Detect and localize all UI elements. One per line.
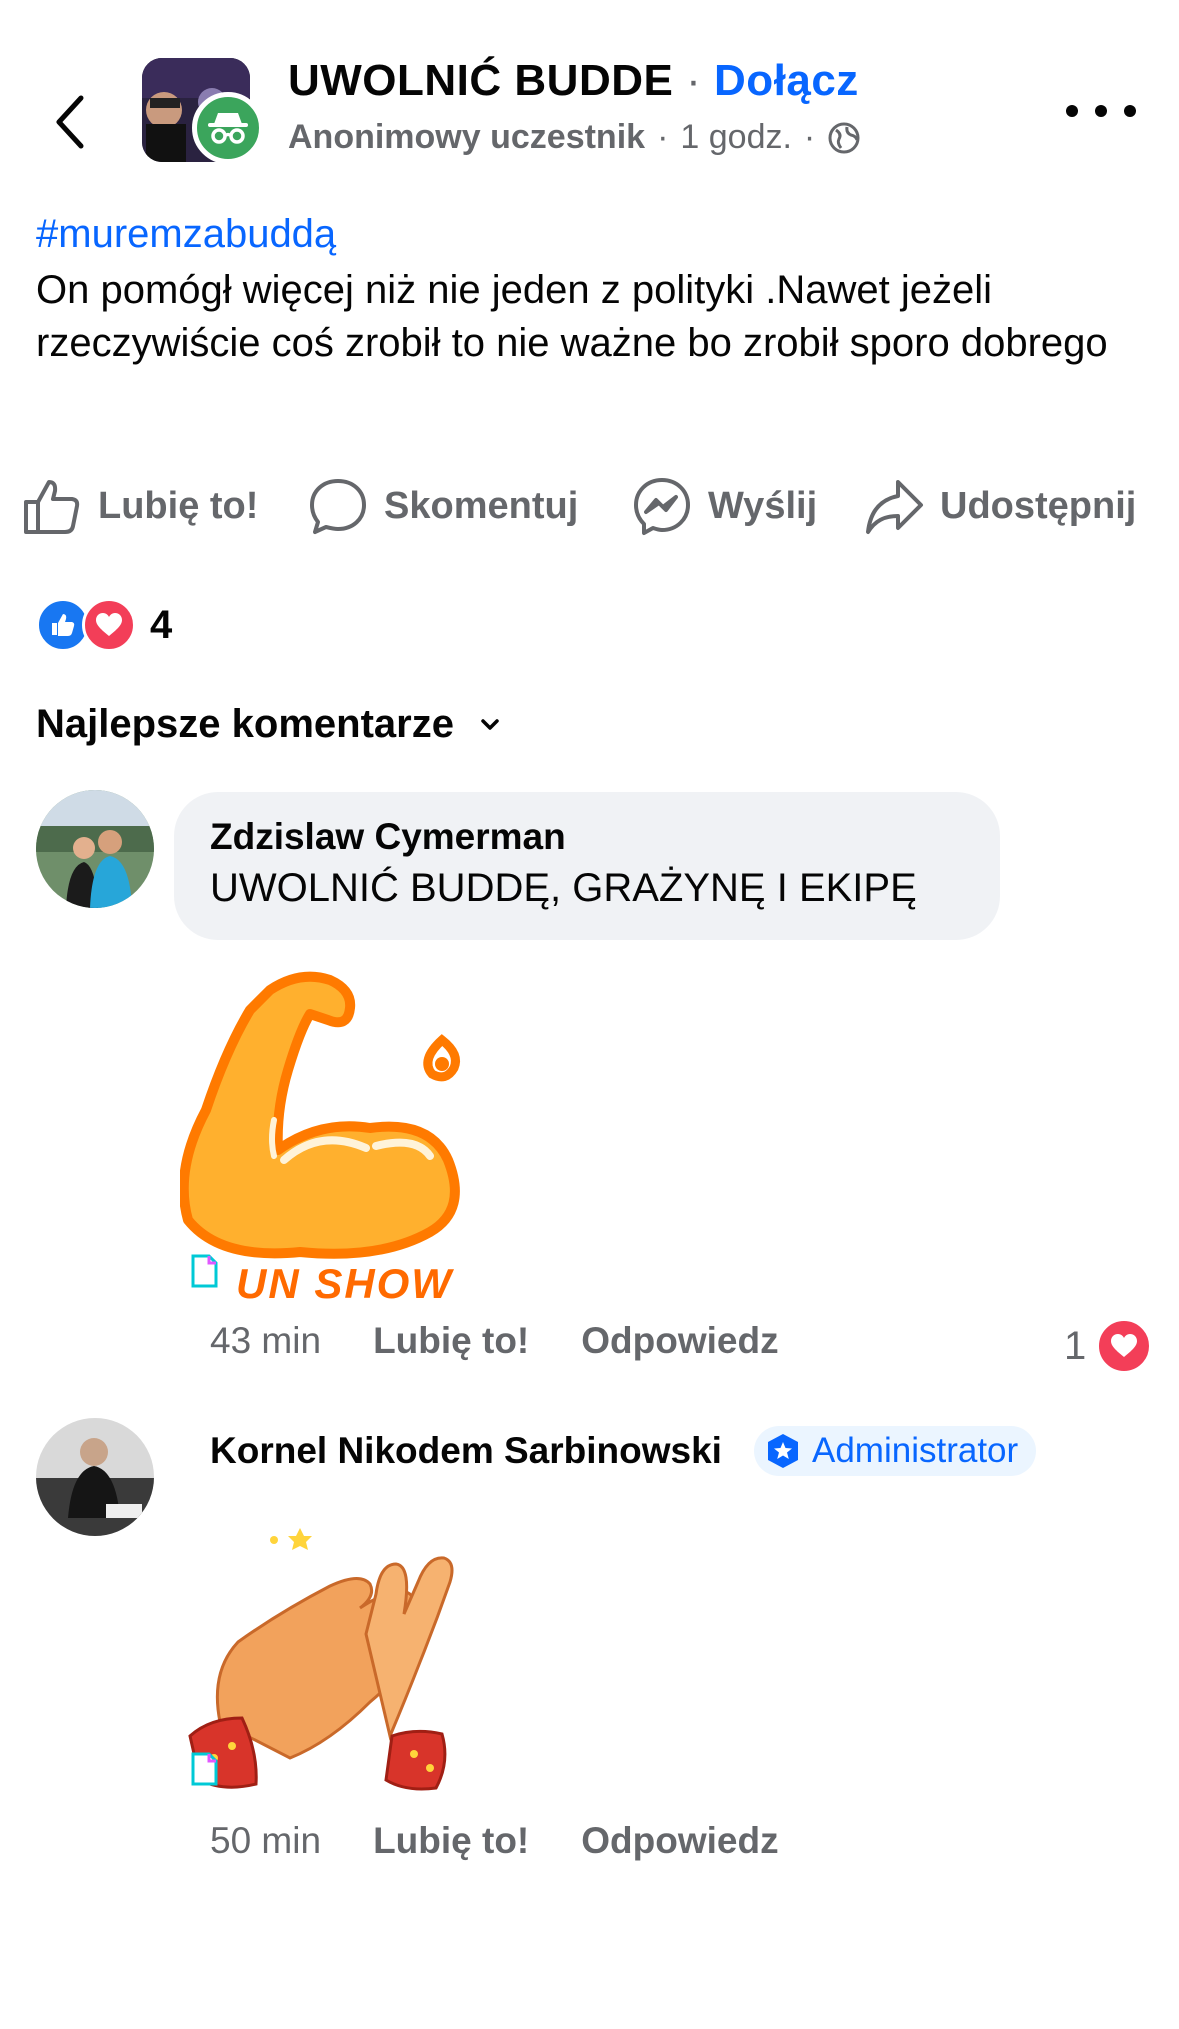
commenter-avatar[interactable]: [36, 790, 154, 908]
like-button[interactable]: Lubię to!: [22, 474, 258, 538]
post-author: Anonimowy uczestnik: [288, 118, 646, 156]
globe-icon: [828, 122, 860, 153]
love-reaction-icon: [1096, 1318, 1153, 1374]
thumbs-up-icon: [24, 480, 80, 534]
badge-label: Administrator: [812, 1431, 1019, 1470]
post-time[interactable]: 1 godz.: [680, 118, 792, 157]
administrator-badge: Administrator: [754, 1426, 1037, 1476]
comment-label: Skomentuj: [384, 484, 579, 527]
comment-reaction-count[interactable]: 1: [1064, 1318, 1153, 1374]
group-title: UWOLNIĆ BUDDE · Dołącz: [288, 56, 859, 106]
chevron-left-icon: [56, 95, 84, 149]
comment-like-button[interactable]: Lubię to!: [373, 1820, 529, 1862]
flexed-arm-sticker: [178, 970, 510, 1310]
more-options-button[interactable]: [1066, 96, 1136, 126]
comment-reply-button[interactable]: Odpowiedz: [581, 1820, 778, 1862]
clapping-hands-sticker: [180, 1522, 500, 1802]
dot-icon: [1095, 105, 1107, 117]
file-icon: [191, 1254, 218, 1288]
hashtag-link[interactable]: #muremzabuddą: [36, 212, 336, 257]
post-text: On pomógł więcej niż nie jeden z polityk…: [36, 268, 1108, 365]
join-group-link[interactable]: Dołącz: [714, 56, 859, 105]
comment-author[interactable]: Zdzislaw Cymerman: [210, 816, 566, 858]
title-separator: ·: [686, 56, 702, 105]
group-name-link[interactable]: UWOLNIĆ BUDDE: [288, 56, 673, 105]
comment-text: UWOLNIĆ BUDDĘ, GRAŻYNĘ I EKIPĘ: [210, 866, 917, 910]
dot-icon: [1124, 105, 1136, 117]
comment-like-button[interactable]: Lubię to!: [373, 1320, 529, 1362]
comment-time: 43 min: [210, 1320, 322, 1361]
meta-separator: ·: [803, 118, 816, 156]
send-label: Wyślij: [708, 484, 818, 527]
comment-footer: 43 min Lubię to! Odpowiedz: [210, 1320, 779, 1362]
comment-icon: [310, 479, 366, 534]
comment-footer: 50 min Lubię to! Odpowiedz: [210, 1820, 779, 1862]
like-label: Lubię to!: [98, 484, 259, 527]
sticker-caption: UN SHOW: [236, 1260, 453, 1307]
file-icon: [191, 1752, 218, 1786]
messenger-icon: [634, 478, 690, 535]
comments-sort-dropdown[interactable]: Najlepsze komentarze: [36, 702, 500, 747]
love-reaction-icon: [82, 598, 136, 652]
dot-icon: [1066, 105, 1078, 117]
comment-reply-button[interactable]: Odpowiedz: [581, 1320, 778, 1362]
back-button[interactable]: [40, 82, 100, 162]
sort-label: Najlepsze komentarze: [36, 702, 454, 746]
meta-separator: ·: [657, 118, 669, 156]
comment-author[interactable]: Kornel Nikodem Sarbinowski: [210, 1430, 722, 1472]
comment-time: 50 min: [210, 1820, 322, 1861]
chevron-down-icon: [481, 718, 499, 730]
post-meta: Anonimowy uczestnik · 1 godz. ·: [288, 118, 861, 157]
admin-shield-icon: [768, 1434, 798, 1468]
reactions-summary[interactable]: 4: [36, 598, 172, 652]
send-button[interactable]: Wyślij: [632, 474, 817, 538]
reaction-count: 4: [150, 602, 173, 647]
comment-reaction-number: 1: [1064, 1323, 1087, 1368]
commenter-avatar[interactable]: [36, 1418, 154, 1536]
share-arrow-icon: [866, 480, 923, 534]
share-label: Udostępnij: [940, 484, 1137, 527]
comment-button[interactable]: Skomentuj: [308, 474, 578, 538]
share-button[interactable]: Udostępnij: [864, 474, 1136, 538]
anonymous-badge-icon: [192, 92, 264, 164]
